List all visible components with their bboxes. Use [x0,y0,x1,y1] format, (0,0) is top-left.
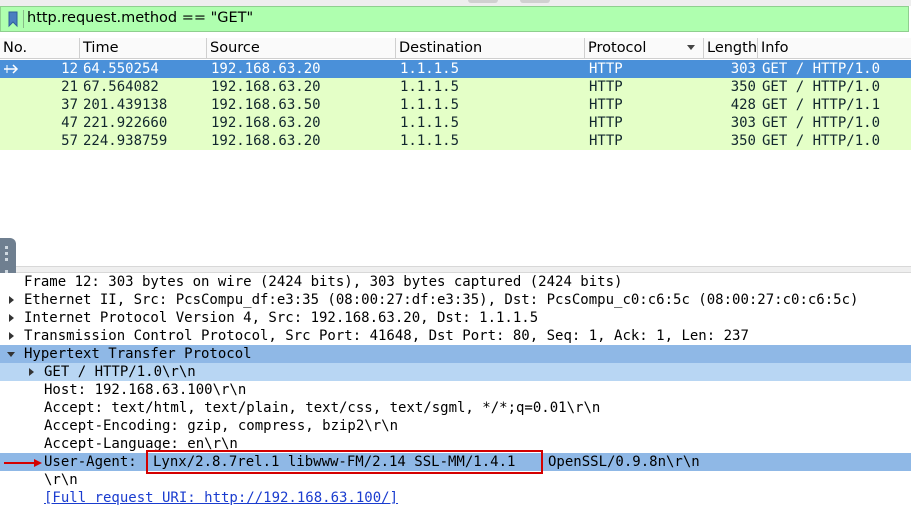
packet-protocol: HTTP [589,79,623,95]
column-header-time[interactable]: Time [80,38,207,58]
tree-item-tcp[interactable]: Transmission Control Protocol, Src Port:… [0,327,911,345]
column-header-protocol[interactable]: Protocol [585,38,704,58]
tree-item-frame[interactable]: Frame 12: 303 bytes on wire (2424 bits),… [0,273,911,291]
packet-length: 428 [730,97,756,113]
packet-time: 221.922660 [83,115,168,131]
packet-details-tree[interactable]: Frame 12: 303 bytes on wire (2424 bits),… [0,273,911,509]
column-header-destination[interactable]: Destination [396,38,585,58]
tree-item-label: Transmission Control Protocol, Src Port:… [24,328,749,344]
display-filter-bar[interactable]: http.request.method == "GET" [0,6,909,32]
packet-info: GET / HTTP/1.0 [762,115,881,131]
packet-no: 12 [61,61,78,77]
packet-time: 201.439138 [83,97,168,113]
packet-time: 224.938759 [83,133,168,149]
pane-splitter[interactable] [0,266,911,273]
tree-item-label: Ethernet II, Src: PcsCompu_df:e3:35 (08:… [24,292,859,308]
packet-destination: 1.1.1.5 [400,97,460,113]
tree-item-http[interactable]: Hypertext Transfer Protocol [0,345,911,363]
tree-item-full-uri[interactable]: [Full request URI: http://192.168.63.100… [0,489,911,507]
packet-source: 192.168.63.20 [211,115,321,131]
tree-item-label: \r\n [44,472,78,488]
tree-item-ethernet[interactable]: Ethernet II, Src: PcsCompu_df:e3:35 (08:… [0,291,911,309]
tree-item-label: Host: 192.168.63.100\r\n [44,382,247,398]
packet-no: 37 [61,97,78,113]
packet-info: GET / HTTP/1.0 [762,79,881,95]
expand-arrow-icon[interactable] [9,296,14,304]
tree-item-label: Accept-Encoding: gzip, compress, bzip2\r… [44,418,399,434]
annotation-arrow-icon [4,459,42,467]
tree-item-ip[interactable]: Internet Protocol Version 4, Src: 192.16… [0,309,911,327]
expand-arrow-icon[interactable] [9,332,14,340]
collapse-arrow-icon[interactable] [7,352,15,357]
packet-source: 192.168.63.20 [211,133,321,149]
packet-info: GET / HTTP/1.1 [762,97,881,113]
packet-row[interactable]: 12 64.550254 192.168.63.20 1.1.1.5 HTTP … [0,60,911,78]
packet-source: 192.168.63.20 [211,79,321,95]
packet-row[interactable]: 57 224.938759 192.168.63.20 1.1.1.5 HTTP… [0,132,911,150]
full-request-uri-link[interactable]: [Full request URI: http://192.168.63.100… [44,489,398,507]
packet-info: GET / HTTP/1.0 [762,133,881,149]
packet-list[interactable]: No. Time Source Destination Protocol Len… [0,38,911,260]
handle-grip-icon [5,252,8,255]
packet-length: 350 [730,79,756,95]
column-header-info[interactable]: Info [758,38,911,58]
sort-descending-icon [687,45,695,50]
packet-list-header: No. Time Source Destination Protocol Len… [0,38,911,59]
tree-item-label: Frame 12: 303 bytes on wire (2424 bits),… [24,274,623,290]
packet-destination: 1.1.1.5 [400,79,460,95]
packet-protocol: HTTP [589,133,623,149]
packet-info: GET / HTTP/1.0 [762,61,881,77]
packet-time: 67.564082 [83,79,159,95]
packet-protocol: HTTP [589,115,623,131]
column-header-no[interactable]: No. [0,38,80,58]
packet-source: 192.168.63.50 [211,97,321,113]
user-agent-rest: OpenSSL/0.9.8n\r\n [548,454,700,470]
packet-no: 47 [61,115,78,131]
tree-item-crlf[interactable]: \r\n [0,471,911,489]
expand-arrow-icon[interactable] [9,314,14,322]
column-header-source[interactable]: Source [207,38,396,58]
packet-time: 64.550254 [83,61,159,77]
display-filter-input[interactable]: http.request.method == "GET" [27,10,253,26]
toolbar-button-stub[interactable] [520,0,550,3]
packet-destination: 1.1.1.5 [400,133,460,149]
handle-grip-icon [5,258,8,261]
tree-item-label: Internet Protocol Version 4, Src: 192.16… [24,310,539,326]
packet-row[interactable]: 21 67.564082 192.168.63.20 1.1.1.5 HTTP … [0,78,911,96]
tree-item-host[interactable]: Host: 192.168.63.100\r\n [0,381,911,399]
bookmark-icon[interactable] [4,10,22,28]
column-header-length[interactable]: Length [704,38,758,58]
tree-item-accept-encoding[interactable]: Accept-Encoding: gzip, compress, bzip2\r… [0,417,911,435]
column-header-protocol-label: Protocol [588,40,647,56]
tree-item-accept[interactable]: Accept: text/html, text/plain, text/css,… [0,399,911,417]
filter-separator [23,10,24,28]
tree-item-label: Hypertext Transfer Protocol [24,346,252,362]
packet-protocol: HTTP [589,97,623,113]
user-agent-label: User-Agent: [44,454,137,470]
packet-no: 21 [61,79,78,95]
tree-item-request-line[interactable]: GET / HTTP/1.0\r\n [0,363,911,381]
packet-length: 303 [730,61,756,77]
request-arrow-icon [4,64,19,74]
packet-no: 57 [61,133,78,149]
packet-length: 350 [730,133,756,149]
packet-destination: 1.1.1.5 [400,61,460,77]
expand-arrow-icon[interactable] [29,368,34,376]
handle-grip-icon [5,246,8,249]
tree-item-label: GET / HTTP/1.0\r\n [44,364,196,380]
packet-row[interactable]: 37 201.439138 192.168.63.50 1.1.1.5 HTTP… [0,96,911,114]
packet-destination: 1.1.1.5 [400,115,460,131]
packet-source: 192.168.63.20 [211,61,321,77]
toolbar-button-stub[interactable] [468,0,498,3]
tree-item-label: Accept: text/html, text/plain, text/css,… [44,400,601,416]
packet-length: 303 [730,115,756,131]
tree-item-user-agent[interactable]: User-Agent: Lynx/2.8.7rel.1 libwww-FM/2.… [0,450,911,474]
packet-row[interactable]: 47 221.922660 192.168.63.20 1.1.1.5 HTTP… [0,114,911,132]
packet-protocol: HTTP [589,61,623,77]
